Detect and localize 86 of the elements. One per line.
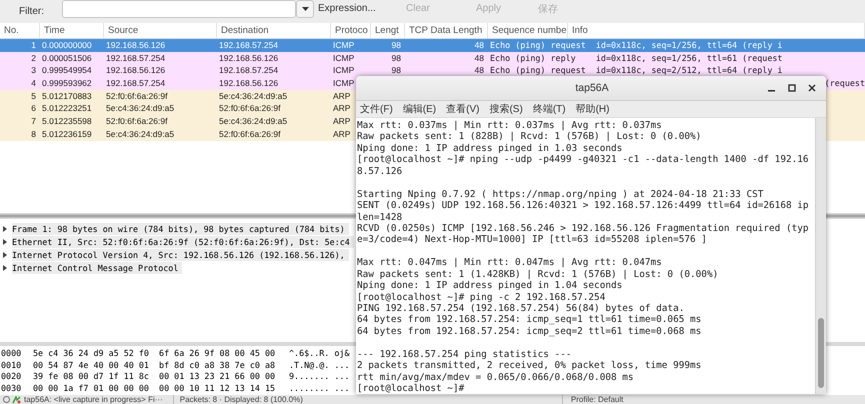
ascii-bytes: 9....... ...: [289, 371, 350, 382]
table-cell: 5e:c4:36:24:d9:a5: [219, 90, 288, 102]
table-cell: 192.168.57.254: [106, 52, 166, 64]
byte-offset: 0030: [0, 382, 22, 394]
ascii-bytes: .T.N@.@. ...: [289, 360, 350, 371]
table-cell: ARP: [333, 115, 350, 128]
terminal-line: 64 bytes from 192.168.57.254: icmp_seq=2 ttl=61 time=0.068 ms: [357, 326, 702, 338]
table-cell: 2: [31, 52, 36, 64]
terminal-line: 64 bytes from 192.168.57.254: icmp_seq=1 ttl=61 time=0.065 ms: [357, 314, 702, 326]
terminal-line: rtt min/avg/max/mdev = 0.065/0.066/0.068/0.008 ms: [357, 372, 635, 384]
terminal-line: Nping done: 1 IP address pinged in 1.04 seconds: [357, 280, 624, 292]
table-cell: 1: [31, 39, 36, 52]
capture-status: tap56A: <live capture in progress> Fi···: [24, 395, 163, 404]
table-cell: 3: [31, 64, 36, 78]
terminal-line: len=1428: [357, 212, 404, 223]
table-cell: 192.168.56.126: [106, 64, 166, 78]
table-cell: 98: [392, 52, 401, 64]
table-cell: ICMP: [333, 64, 354, 78]
terminal-line: 2 packets transmitted, 2 received, 0% packet loss, time 999ms: [357, 360, 702, 372]
table-cell: 7: [31, 115, 36, 128]
table-cell: 48: [474, 64, 484, 78]
table-cell: 98: [392, 64, 401, 78]
table-cell: 5.012170883: [42, 90, 92, 102]
hex-bytes: 00 54 87 4e 40 00 40 01 bf 8d c0 a8 38 7e c0 a8: [33, 360, 276, 371]
hex-bytes: 00 00 1a f7 01 00 00 00 00 00 10 11 12 13 14 15: [33, 382, 276, 394]
table-cell: 5.012236159: [42, 128, 92, 141]
table-cell: 192.168.57.254: [219, 39, 278, 52]
table-cell: (request: [824, 77, 865, 90]
table-cell: 5e:c4:36:24:d9:a5: [106, 128, 174, 141]
table-cell: 192.168.56.126: [219, 77, 278, 90]
terminal-line: [root@localhost ~]#: [357, 383, 466, 394]
terminal-line: Raw packets sent: 1 (828B) | Rcvd: 1 (576B) | Lost: 0 (0.00%): [357, 131, 702, 143]
terminal-line: SENT (0.0249s) UDP 192.168.56.126:40321 > 192.168.57.126:4499 ttl=64 id=26168 ip: [357, 200, 810, 212]
table-cell: 5e:c4:36:24:d9:a5: [219, 115, 288, 128]
byte-offset: 0000: [0, 348, 22, 360]
table-cell: 48: [474, 39, 484, 52]
table-cell: 8: [31, 128, 36, 141]
table-cell: 48: [474, 52, 484, 64]
table-cell: 192.168.56.126: [106, 39, 166, 52]
terminal-line: 8.57.126: [357, 166, 404, 178]
table-cell: 4: [31, 77, 36, 90]
table-cell: 0.000000000: [42, 39, 92, 52]
terminal-line: e=3/code=4) Next-Hop-MTU=1000] IP [ttl=63 id=55208 iplen=576 ]: [357, 234, 708, 246]
table-cell: ARP: [333, 102, 350, 116]
byte-offset: 0010: [0, 360, 22, 371]
ascii-bytes: ^.6$..R. oj&: [289, 348, 350, 360]
terminal-line: [root@localhost ~]# nping --udp -p4499 -g40321 -c1 --data-length 1400 -df 192.16: [357, 154, 810, 166]
table-cell: 5.012223251: [42, 102, 92, 116]
terminal-line: RCVD (0.0250s) ICMP [192.168.56.246 > 192.168.56.126 Fragmentation required (typ: [357, 222, 810, 234]
terminal-line: Nping done: 1 IP address pinged in 1.03 seconds: [357, 142, 624, 154]
table-cell: 192.168.56.126: [219, 52, 278, 64]
table-cell: Echo (ping) reply id=0x118c, seq=1/256, ttl=61 (request: [490, 52, 782, 64]
table-cell: 5: [31, 90, 36, 102]
table-cell: 52:f0:6f:6a:26:9f: [219, 128, 280, 141]
table-cell: 52:f0:6f:6a:26:9f: [219, 102, 280, 116]
table-cell: Echo (ping) request id=0x118c, seq=1/256, ttl=64 (reply i: [490, 39, 782, 52]
filter-label: Filter:: [19, 6, 45, 17]
table-cell: 0.000051506: [42, 52, 92, 64]
table-cell: 52:f0:6f:6a:26:9f: [106, 115, 168, 128]
terminal-line: PING 192.168.57.254 (192.168.57.254) 56(84) bytes of data.: [357, 303, 686, 314]
table-cell: ARP: [333, 90, 350, 102]
hex-bytes: 39 fe 08 00 d7 1f 11 8c 00 01 13 23 21 66 00 00: [33, 371, 276, 382]
table-cell: 192.168.57.254: [106, 77, 166, 90]
table-cell: 5.012235598: [42, 115, 92, 128]
table-cell: ICMP: [333, 52, 354, 64]
hex-bytes: 5e c4 36 24 d9 a5 52 f0 6f 6a 26 9f 08 00 45 00: [33, 348, 276, 360]
table-cell: 5e:c4:36:24:d9:a5: [106, 102, 174, 116]
terminal-line: Max rtt: 0.047ms | Min rtt: 0.047ms | Avg rtt: 0.047ms: [357, 257, 663, 269]
window-title: tap56A: [574, 82, 610, 94]
packet-count: Packets: 8 · Displayed: 8 (100.0%): [172, 395, 303, 404]
table-cell: 6: [31, 102, 36, 116]
ascii-bytes: ........ ...: [289, 382, 350, 394]
terminal-line: [root@localhost ~]# ping -c 2 192.168.57.254: [357, 292, 606, 303]
terminal-line: --- 192.168.57.254 ping statistics ---: [357, 348, 572, 360]
table-cell: 0.999593962: [42, 77, 92, 90]
table-cell: Echo (ping) request id=0x118c, seq=2/512, ttl=64 (reply i: [490, 64, 782, 78]
table-cell: 52:f0:6f:6a:26:9f: [106, 90, 168, 102]
byte-offset: 0020: [0, 371, 22, 382]
table-cell: ARP: [333, 128, 350, 141]
table-cell: 98: [392, 39, 401, 52]
table-cell: 192.168.57.254: [219, 64, 278, 78]
table-cell: ICMP: [333, 77, 354, 90]
terminal-line: Starting Nping 0.7.92 ( https://nmap.org/nping ) at 2024-04-18 21:33 CST: [357, 188, 764, 200]
table-cell: 0.999549954: [42, 64, 92, 78]
table-cell: ICMP: [333, 39, 354, 52]
terminal-line: Raw packets sent: 1 (1.428KB) | Rcvd: 1 (576B) | Lost: 0 (0.00%): [357, 268, 720, 280]
